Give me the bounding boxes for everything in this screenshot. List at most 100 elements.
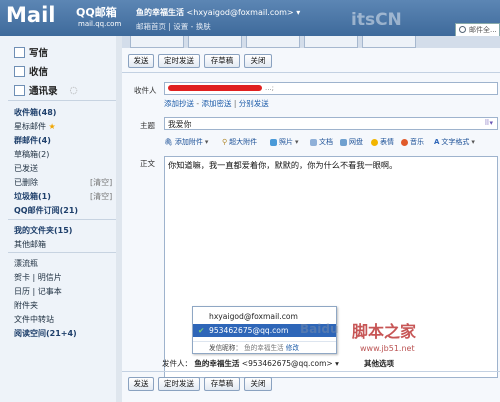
search-input[interactable]: 邮件全... (455, 23, 500, 37)
user-dropdown-icon[interactable]: ▾ (296, 8, 300, 17)
empty-spam-link[interactable]: [清空] (90, 191, 112, 202)
netdisk-button[interactable]: 网盘 (340, 137, 363, 147)
music-label: 音乐 (410, 138, 424, 146)
to-field[interactable]: ...; (164, 82, 498, 95)
search-placeholder: 邮件全... (469, 26, 497, 34)
sidebar-item-drift-bottle[interactable]: 漂流瓶 (14, 258, 38, 269)
timed-send-button-bottom[interactable]: 定时发送 (158, 377, 200, 391)
sender-email[interactable]: <953462675@qq.com> (242, 359, 333, 368)
music-icon (401, 138, 408, 146)
text-format-label: 文字格式 (441, 138, 470, 146)
big-attach-icon: ⚲ (222, 138, 228, 146)
sidebar-item-inbox[interactable]: 收件箱(48) (14, 107, 56, 118)
emoji-button[interactable]: 表情 (371, 137, 394, 147)
qq-mail-logo[interactable]: Mail (6, 4, 55, 26)
logo-name: QQ邮箱 (76, 6, 117, 19)
text-format-button[interactable]: A 文字格式 ▾ (434, 137, 475, 147)
to-label: 收件人 (134, 86, 157, 95)
contacts-button[interactable]: 通讯录 ◌ (14, 83, 78, 97)
sidebar-item-calendar[interactable]: 日历 | 记事本 (14, 286, 62, 297)
compose-panel: 发送 定时发送 存草稿 关闭 收件人 ...; 添加抄送 - 添加密送 | 分别… (122, 36, 500, 402)
sidebar-item-starred[interactable]: 星标邮件 ★ (14, 121, 56, 132)
sidebar-item-spam[interactable]: 垃圾箱(1) [清空] (14, 191, 112, 202)
document-label: 文档 (319, 138, 333, 146)
check-icon: ✔ (198, 326, 205, 335)
other-options-link[interactable]: 其他选项 (364, 358, 394, 369)
divider (8, 100, 116, 101)
subject-options-icon[interactable]: ⠿▾ (484, 119, 493, 127)
add-cc-link[interactable]: 添加抄送 (164, 99, 194, 108)
pencil-icon (14, 46, 25, 58)
star-icon: ★ (48, 122, 56, 131)
paperclip-icon: 🖇 (164, 138, 173, 146)
sidebar-item-deleted[interactable]: 已删除 [清空] (14, 177, 112, 188)
recipient-links: 添加抄送 - 添加密送 | 分别发送 (164, 99, 269, 108)
contacts-label: 通讯录 (29, 86, 58, 97)
tab-strip (122, 36, 500, 48)
close-button[interactable]: 关闭 (244, 54, 272, 68)
contacts-icon (14, 84, 25, 96)
music-button[interactable]: 音乐 (401, 137, 424, 147)
tab[interactable] (130, 36, 184, 48)
receive-button[interactable]: 收信 (14, 64, 48, 78)
divider (8, 252, 116, 253)
tab[interactable] (304, 36, 358, 48)
send-button[interactable]: 发送 (128, 54, 154, 68)
app-header: Mail QQ邮箱 mail.qq.com 鱼的幸福生活 <hxyaigod@f… (0, 0, 500, 37)
starred-label: 星标邮件 (14, 122, 46, 131)
sidebar: 写信 收信 通讯录 ◌ 收件箱(48) 星标邮件 ★ 群邮件(4) 草稿箱(2)… (0, 36, 122, 402)
selected-sender-label: 953462675@qq.com (209, 326, 289, 335)
write-button[interactable]: 写信 (14, 45, 48, 59)
save-draft-button-bottom[interactable]: 存草稿 (204, 377, 240, 391)
subject-field[interactable]: 我爱你 ⠿▾ (164, 117, 498, 130)
tab[interactable] (362, 36, 416, 48)
emoji-icon (371, 138, 378, 146)
body-text: 你知道嘛，我一直都爱着你，默默的，你为什么不看我一眼啊。 (168, 160, 398, 170)
sidebar-item-sent[interactable]: 已发送 (14, 163, 38, 174)
photo-icon (270, 138, 277, 146)
sidebar-item-my-folders[interactable]: 我的文件夹(15) (14, 225, 72, 236)
watermark-top: itsCN (351, 10, 402, 30)
to-suffix: ...; (265, 84, 275, 92)
inbox-icon (14, 65, 25, 77)
add-bcc-link[interactable]: 添加密送 (201, 99, 231, 108)
big-attachment-button[interactable]: ⚲ 超大附件 (222, 137, 257, 147)
sidebar-item-group-mail[interactable]: 群邮件(4) (14, 135, 51, 146)
sidebar-item-cards[interactable]: 贺卡 | 明信片 (14, 272, 62, 283)
nickname-label: 发信昵称： (209, 344, 242, 352)
sender-name: 鱼的幸福生活 (194, 359, 240, 368)
tab[interactable] (188, 36, 242, 48)
spam-label: 垃圾箱(1) (14, 192, 51, 201)
logo-domain: mail.qq.com (78, 20, 122, 28)
deleted-label: 已删除 (14, 178, 38, 187)
subject-label: 主题 (140, 121, 155, 130)
top-links[interactable]: 邮箱首页 | 设置 - 换肤 (136, 21, 211, 32)
save-draft-button[interactable]: 存草稿 (204, 54, 240, 68)
sidebar-item-drafts[interactable]: 草稿箱(2) (14, 149, 49, 160)
sidebar-item-file-transfer[interactable]: 文件中转站 (14, 314, 54, 325)
sender-label: 发件人： (162, 359, 192, 368)
search-icon (459, 26, 466, 33)
send-button-bottom[interactable]: 发送 (128, 377, 154, 391)
document-button[interactable]: 文档 (310, 137, 333, 147)
tab[interactable] (246, 36, 300, 48)
sender-dropdown-icon[interactable]: ▾ (335, 359, 339, 368)
divider (8, 219, 116, 220)
close-button-bottom[interactable]: 关闭 (244, 377, 272, 391)
watermark-jb51-url: www.jb51.net (360, 344, 415, 353)
user-info: 鱼的幸福生活 <hxyaigod@foxmail.com> ▾ (136, 7, 300, 18)
separate-send-link[interactable]: 分别发送 (239, 99, 269, 108)
add-attachment-button[interactable]: 🖇 添加附件 ▾ (164, 137, 208, 147)
empty-deleted-link[interactable]: [清空] (90, 177, 112, 188)
edit-nickname-link[interactable]: 修改 (286, 344, 299, 352)
sidebar-item-other-mailbox[interactable]: 其他邮箱 (14, 239, 46, 250)
sidebar-item-reading-space[interactable]: 阅读空间(21+4) (14, 328, 77, 339)
photo-button[interactable]: 照片 ▾ (270, 137, 299, 147)
timed-send-button[interactable]: 定时发送 (158, 54, 200, 68)
document-icon (310, 138, 317, 146)
subject-value: 我爱你 (168, 120, 192, 129)
divider (122, 371, 500, 372)
sidebar-item-subscriptions[interactable]: QQ邮件订阅(21) (14, 205, 78, 216)
sidebar-item-attachments[interactable]: 附件夹 (14, 300, 38, 311)
nickname-row: 发信昵称： 鱼的幸福生活 修改 (193, 341, 336, 354)
